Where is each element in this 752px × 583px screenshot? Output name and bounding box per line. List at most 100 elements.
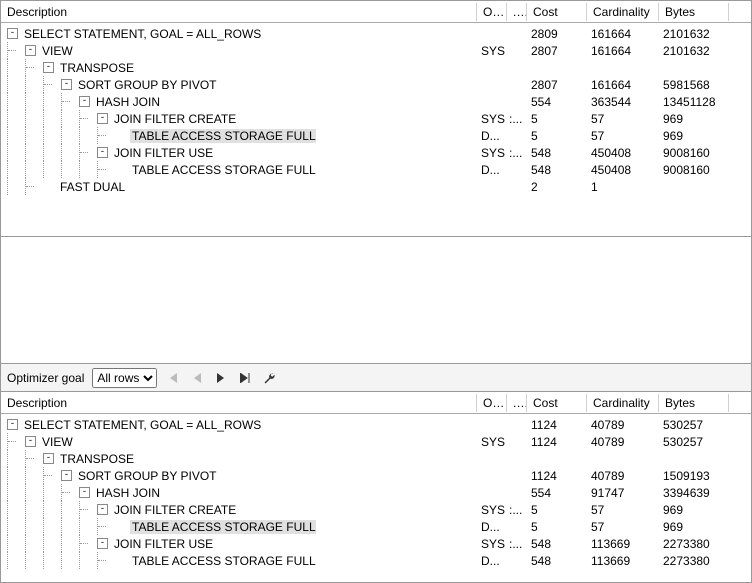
plan-row-label: SELECT STATEMENT, GOAL = ALL_ROWS	[22, 27, 261, 41]
plan-row[interactable]: -VIEWSYS112440789530257	[1, 433, 751, 450]
col-cost[interactable]: Cost	[527, 394, 587, 412]
plan-row-label: TRANSPOSE	[58, 452, 134, 466]
tree-toggle[interactable]: -	[7, 419, 18, 430]
tree-toggle[interactable]: -	[97, 113, 108, 124]
tree-toggle[interactable]: -	[43, 453, 54, 464]
tree-toggle[interactable]: -	[97, 147, 108, 158]
plan-row-label: JOIN FILTER CREATE	[112, 503, 236, 517]
plan-row[interactable]: FAST DUAL21	[1, 178, 751, 195]
plan-cost: 5	[527, 520, 587, 534]
col-bytes[interactable]: Bytes	[659, 3, 729, 21]
plan-row[interactable]: -HASH JOIN55436354413451128	[1, 93, 751, 110]
tree-toggle[interactable]: -	[25, 45, 36, 56]
plan-row-label: HASH JOIN	[94, 95, 160, 109]
plan-cost: 1124	[527, 418, 587, 432]
plan-cardinality: 40789	[587, 435, 659, 449]
col-cardinality[interactable]: Cardinality	[587, 394, 659, 412]
wrench-icon[interactable]	[261, 370, 277, 386]
next-button[interactable]	[213, 370, 229, 386]
plan-bytes: 9008160	[659, 163, 729, 177]
plan-extra: :...	[507, 537, 527, 551]
plan-row[interactable]: -JOIN FILTER CREATESYS:...557969	[1, 110, 751, 127]
plan-cardinality: 450408	[587, 163, 659, 177]
tree-toggle[interactable]: -	[97, 538, 108, 549]
tree-toggle[interactable]: -	[25, 436, 36, 447]
plan-row[interactable]: TABLE ACCESS STORAGE FULLD...54811366922…	[1, 552, 751, 569]
last-button[interactable]	[237, 370, 253, 386]
col-description[interactable]: Description	[1, 394, 477, 412]
optimizer-goal-select[interactable]: All rows	[92, 368, 157, 388]
plan-row[interactable]: -TRANSPOSE	[1, 450, 751, 467]
plan-cardinality: 57	[587, 503, 659, 517]
col-extra[interactable]: ...	[507, 3, 527, 21]
plan-row[interactable]: -VIEWSYS28071616642101632	[1, 42, 751, 59]
plan-owner: SYS	[477, 44, 507, 58]
plan-extra: :...	[507, 503, 527, 517]
col-cost[interactable]: Cost	[527, 3, 587, 21]
plan-owner: SYS	[477, 503, 507, 517]
plan-row-label: JOIN FILTER USE	[112, 146, 213, 160]
plan-row[interactable]: -JOIN FILTER CREATESYS:...557969	[1, 501, 751, 518]
plan-row[interactable]: -SORT GROUP BY PIVOT1124407891509193	[1, 467, 751, 484]
col-description[interactable]: Description	[1, 3, 477, 21]
plan-row[interactable]: -SELECT STATEMENT, GOAL = ALL_ROWS112440…	[1, 416, 751, 433]
plan-cost: 548	[527, 554, 587, 568]
plan-bytes: 3394639	[659, 486, 729, 500]
col-bytes[interactable]: Bytes	[659, 394, 729, 412]
plan-row-label: VIEW	[40, 44, 73, 58]
plan-bytes: 5981568	[659, 78, 729, 92]
bottom-plan-tree[interactable]: -SELECT STATEMENT, GOAL = ALL_ROWS112440…	[1, 414, 751, 571]
plan-cardinality: 57	[587, 112, 659, 126]
plan-cardinality: 113669	[587, 554, 659, 568]
plan-cost: 554	[527, 486, 587, 500]
tree-toggle[interactable]: -	[43, 62, 54, 73]
plan-row-label: TABLE ACCESS STORAGE FULL	[130, 163, 316, 177]
top-plan-tree[interactable]: -SELECT STATEMENT, GOAL = ALL_ROWS280916…	[1, 23, 751, 197]
plan-row[interactable]: -JOIN FILTER USESYS:...5481136692273380	[1, 535, 751, 552]
plan-owner: D...	[477, 554, 507, 568]
plan-cardinality: 450408	[587, 146, 659, 160]
top-plan-pane: Description O... ... Cost Cardinality By…	[0, 0, 752, 237]
plan-cardinality: 57	[587, 129, 659, 143]
tree-toggle[interactable]: -	[79, 487, 90, 498]
plan-cardinality: 161664	[587, 27, 659, 41]
plan-cost: 2	[527, 180, 587, 194]
tree-toggle[interactable]: -	[61, 470, 72, 481]
plan-cost: 548	[527, 146, 587, 160]
plan-cost: 2809	[527, 27, 587, 41]
plan-bytes: 969	[659, 129, 729, 143]
prev-button[interactable]	[189, 370, 205, 386]
col-cardinality[interactable]: Cardinality	[587, 3, 659, 21]
plan-bytes: 969	[659, 503, 729, 517]
plan-row[interactable]: -TRANSPOSE	[1, 59, 751, 76]
plan-cardinality: 40789	[587, 469, 659, 483]
plan-row[interactable]: -SORT GROUP BY PIVOT28071616645981568	[1, 76, 751, 93]
plan-bytes: 2273380	[659, 554, 729, 568]
plan-bytes: 969	[659, 520, 729, 534]
plan-row-label: TRANSPOSE	[58, 61, 134, 75]
plan-row[interactable]: TABLE ACCESS STORAGE FULLD...54845040890…	[1, 161, 751, 178]
bottom-plan-pane: Description O... ... Cost Cardinality By…	[0, 391, 752, 583]
col-extra[interactable]: ...	[507, 394, 527, 412]
plan-row-label: JOIN FILTER CREATE	[112, 112, 236, 126]
col-owner[interactable]: O...	[477, 394, 507, 412]
first-button[interactable]	[165, 370, 181, 386]
plan-row[interactable]: TABLE ACCESS STORAGE FULLD...557969	[1, 127, 751, 144]
plan-row-label: TABLE ACCESS STORAGE FULL	[130, 520, 316, 534]
col-owner[interactable]: O...	[477, 3, 507, 21]
plan-owner: SYS	[477, 146, 507, 160]
optimizer-goal-label: Optimizer goal	[7, 371, 84, 385]
plan-row[interactable]: -JOIN FILTER USESYS:...5484504089008160	[1, 144, 751, 161]
plan-bytes: 2273380	[659, 537, 729, 551]
plan-extra: :...	[507, 146, 527, 160]
plan-row[interactable]: -SELECT STATEMENT, GOAL = ALL_ROWS 280916…	[1, 25, 751, 42]
tree-toggle[interactable]: -	[79, 96, 90, 107]
tree-toggle[interactable]: -	[97, 504, 108, 515]
plan-cost: 5	[527, 112, 587, 126]
tree-toggle[interactable]: -	[61, 79, 72, 90]
tree-toggle[interactable]: -	[7, 28, 18, 39]
plan-row[interactable]: TABLE ACCESS STORAGE FULLD...557969	[1, 518, 751, 535]
plan-row-label: HASH JOIN	[94, 486, 160, 500]
plan-row[interactable]: -HASH JOIN554917473394639	[1, 484, 751, 501]
plan-row-label: VIEW	[40, 435, 73, 449]
